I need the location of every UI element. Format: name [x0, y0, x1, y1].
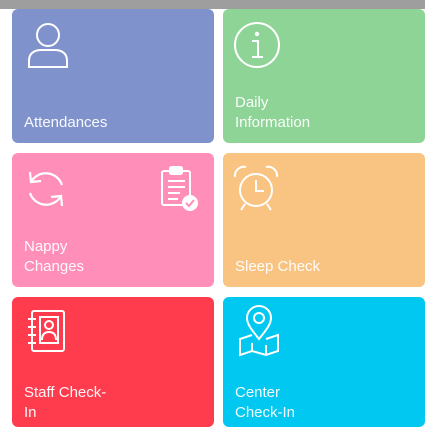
tile-nappy-changes[interactable]: Nappy Changes — [12, 153, 214, 287]
tile-attendances[interactable]: Attendances — [12, 9, 214, 143]
tile-label: Attendances — [24, 114, 108, 131]
clipboard-check-icon — [158, 165, 202, 213]
user-icon — [26, 21, 70, 69]
top-status-bar — [0, 0, 425, 9]
tile-label: Nappy Changes — [24, 238, 85, 275]
tile-label: Staff Check- In — [24, 384, 107, 421]
tile-daily-information[interactable]: Daily Information — [223, 9, 425, 143]
contact-book-icon — [26, 307, 70, 355]
tile-label: Daily Information — [235, 94, 311, 131]
refresh-icon — [22, 165, 70, 213]
tile-label: Center Check-In — [235, 384, 296, 421]
map-pin-icon — [237, 305, 281, 357]
alarm-clock-icon — [231, 163, 281, 213]
tile-center-check-in[interactable]: Center Check-In — [223, 297, 425, 427]
tile-sleep-check[interactable]: Sleep Check — [223, 153, 425, 287]
tile-staff-check-in[interactable]: Staff Check- In — [12, 297, 214, 427]
tile-label: Sleep Check — [235, 258, 321, 275]
info-icon — [233, 21, 281, 69]
